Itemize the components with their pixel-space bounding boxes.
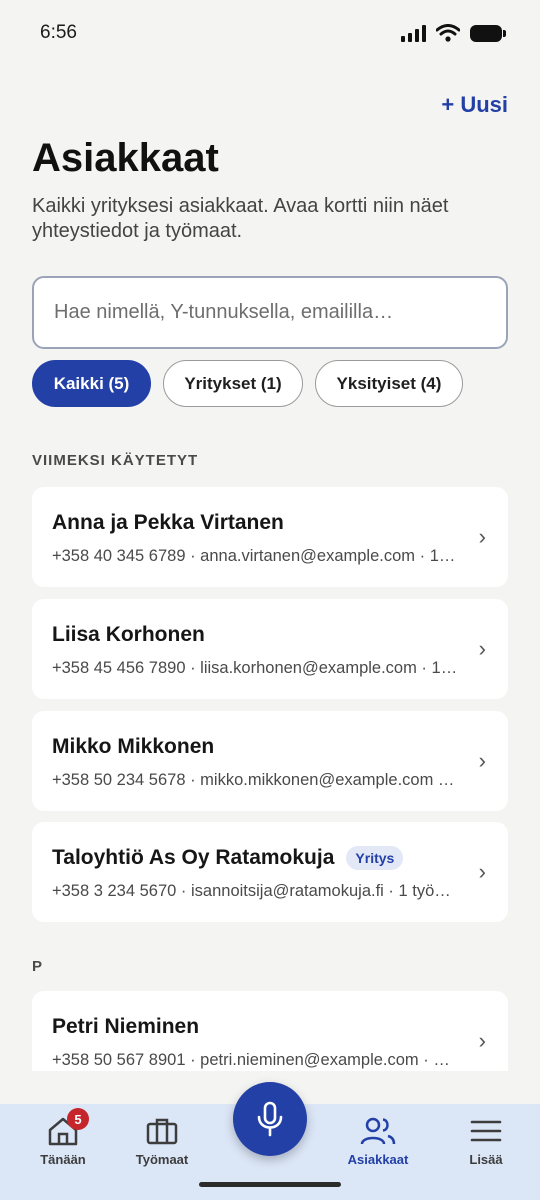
customer-name: Liisa Korhonen <box>52 623 205 646</box>
customer-name-row: Anna ja Pekka Virtanen <box>52 511 458 535</box>
nav-more-icon-wrap <box>441 1114 531 1148</box>
customer-details: +358 40 345 6789 · anna.virtanen@example… <box>52 547 458 565</box>
customer-card[interactable]: Mikko Mikkonen +358 50 234 5678 · mikko.… <box>32 711 508 811</box>
search-input[interactable] <box>32 276 508 349</box>
nav-customers[interactable]: Asiakkaat <box>333 1114 423 1167</box>
customer-details: +358 45 456 7890 · liisa.korhonen@exampl… <box>52 659 458 677</box>
nav-sites-icon-wrap <box>117 1114 207 1148</box>
nav-sites-label: Työmaat <box>135 1152 189 1167</box>
customer-card[interactable]: Anna ja Pekka Virtanen +358 40 345 6789 … <box>32 487 508 587</box>
nav-today-icon-wrap: 5 <box>18 1108 108 1148</box>
page-subtitle: Kaikki yrityksesi asiakkaat. Avaa kortti… <box>32 195 449 242</box>
nav-more-label: Lisää <box>469 1152 503 1167</box>
customer-name-row: Taloyhtiö As Oy Ratamokuja Yritys <box>52 846 458 870</box>
menu-icon <box>470 1120 502 1142</box>
nav-today-label: Tänään <box>40 1152 86 1167</box>
customer-name: Taloyhtiö As Oy Ratamokuja <box>52 846 335 869</box>
briefcase-icon <box>146 1118 178 1145</box>
signal-icon <box>401 24 426 42</box>
nav-customers-label: Asiakkaat <box>347 1152 409 1167</box>
nav-customers-icon-wrap <box>333 1114 423 1148</box>
filter-companies-chip[interactable]: Yritykset (1) <box>163 360 303 407</box>
customer-details: +358 50 234 5678 · mikko.mikkonen@exampl… <box>52 771 458 789</box>
filter-all-chip[interactable]: Kaikki (5) <box>32 360 151 407</box>
nav-today[interactable]: 5 Tänään <box>18 1108 108 1167</box>
customer-details: +358 50 567 8901 · petri.nieminen@exampl… <box>52 1051 458 1069</box>
list-scroll-area: Petri Nieminen +358 50 567 8901 · petri.… <box>0 985 540 1071</box>
status-icons <box>401 24 506 42</box>
customer-card[interactable]: Liisa Korhonen +358 45 456 7890 · liisa.… <box>32 599 508 699</box>
microphone-icon <box>257 1101 283 1137</box>
filter-chips: Kaikki (5) Yritykset (1) Yksityiset (4) <box>32 360 463 407</box>
page-title: Asiakkaat <box>32 136 219 180</box>
status-bar: 6:56 <box>0 0 540 68</box>
customer-name-row: Mikko Mikkonen <box>52 735 458 759</box>
customer-name: Petri Nieminen <box>52 1015 200 1038</box>
chevron-right-icon: › <box>478 636 486 661</box>
customer-name-row: Liisa Korhonen <box>52 623 458 647</box>
notification-badge: 5 <box>67 1108 89 1130</box>
section-label-letter: P <box>32 958 44 975</box>
nav-more[interactable]: Lisää <box>441 1114 531 1167</box>
chevron-right-icon: › <box>478 524 486 549</box>
customer-name-row: Petri Nieminen <box>52 1015 458 1039</box>
chevron-right-icon: › <box>478 748 486 773</box>
wifi-icon <box>436 24 460 42</box>
users-icon <box>360 1117 396 1145</box>
status-time: 6:56 <box>40 22 77 43</box>
company-badge: Yritys <box>346 846 404 870</box>
chevron-right-icon: › <box>478 859 486 884</box>
customer-details: +358 3 234 5670 · isannoitsija@ratamokuj… <box>52 882 458 900</box>
home-indicator <box>199 1182 341 1187</box>
filter-private-chip[interactable]: Yksityiset (4) <box>315 360 463 407</box>
customer-name: Anna ja Pekka Virtanen <box>52 511 284 534</box>
new-customer-button[interactable]: + Uusi <box>441 92 508 118</box>
customer-card[interactable]: Taloyhtiö As Oy Ratamokuja Yritys +358 3… <box>32 822 508 922</box>
customer-card[interactable]: Petri Nieminen +358 50 567 8901 · petri.… <box>32 991 508 1071</box>
customer-name: Mikko Mikkonen <box>52 735 215 758</box>
section-label-recent: VIIMEKSI KÄYTETYT <box>32 452 199 469</box>
voice-input-button[interactable] <box>233 1082 307 1156</box>
nav-sites[interactable]: Työmaat <box>117 1114 207 1167</box>
battery-icon <box>470 24 506 42</box>
chevron-right-icon: › <box>478 1028 486 1053</box>
